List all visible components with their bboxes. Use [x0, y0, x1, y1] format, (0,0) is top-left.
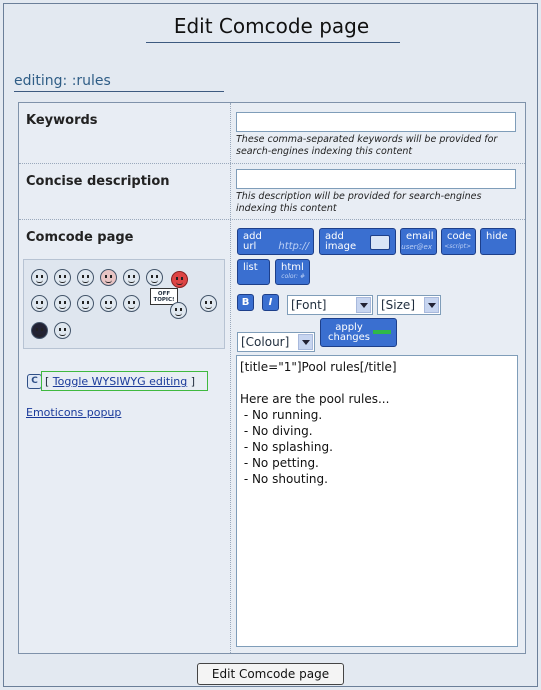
section-heading: editing: :rules	[14, 73, 111, 89]
page-title: Edit Comcode page	[173, 14, 370, 38]
worried-emoticon-icon[interactable]	[200, 295, 217, 312]
shocked-emoticon-icon[interactable]	[54, 295, 71, 312]
add-url-hint: http://	[278, 241, 309, 252]
html-button[interactable]: html color: #	[275, 259, 310, 285]
comcode-label-cell: Comcode page OFF TOPIC! C [Toggle WYSIW…	[19, 220, 231, 653]
camera-icon	[370, 235, 390, 250]
cool-emoticon-icon[interactable]	[31, 295, 48, 312]
add-image-button[interactable]: add image	[319, 228, 396, 255]
comcode-label: Comcode page	[26, 230, 134, 245]
smile-emoticon-icon[interactable]	[31, 269, 48, 286]
comcode-row: Comcode page OFF TOPIC! C [Toggle WYSIW…	[19, 220, 525, 653]
keywords-label: Keywords	[26, 113, 98, 128]
chevron-down-icon	[298, 334, 313, 350]
toggle-wysiwyg-link[interactable]: Toggle WYSIWYG editing	[53, 375, 187, 388]
off-topic-emoticon-icon[interactable]: OFF TOPIC!	[150, 288, 194, 322]
wink-emoticon-icon[interactable]	[146, 269, 163, 286]
description-label: Concise description	[26, 174, 170, 189]
apply-changes-button[interactable]: apply changes	[320, 318, 397, 347]
toggle-open-bracket: [	[45, 375, 50, 388]
form-frame: Edit Comcode page editing: :rules Keywor…	[3, 3, 538, 687]
off-topic-face-icon	[170, 302, 187, 319]
description-label-cell: Concise description	[19, 164, 231, 219]
code-label: code	[447, 231, 472, 242]
email-button[interactable]: email user@ex	[400, 228, 437, 255]
neutral-emoticon-icon[interactable]	[123, 269, 140, 286]
description-input-cell: This description will be provided for se…	[232, 164, 525, 219]
email-label: email	[406, 231, 434, 242]
grin-emoticon-icon[interactable]	[54, 269, 71, 286]
edit-comcode-page-button[interactable]: Edit Comcode page	[197, 663, 344, 685]
keywords-help-text: These comma-separated keywords will be p…	[236, 134, 498, 157]
title-underline	[146, 42, 400, 43]
hide-label: hide	[486, 231, 508, 242]
love-emoticon-icon[interactable]	[171, 271, 188, 288]
emoticons-popup-link[interactable]: Emoticons popup	[26, 406, 121, 419]
description-row: Concise description This description wil…	[19, 164, 525, 220]
scared-emoticon-icon[interactable]	[54, 322, 71, 339]
wysiwyg-toggle-box: [ Toggle WYSIWYG editing ]	[41, 371, 208, 391]
description-input[interactable]	[236, 169, 516, 189]
arrow-left-icon	[373, 330, 391, 334]
sad-emoticon-icon[interactable]	[77, 269, 94, 286]
chevron-down-icon	[424, 297, 439, 313]
size-select[interactable]: [Size]	[377, 295, 441, 315]
keywords-input-cell: These comma-separated keywords will be p…	[232, 103, 525, 163]
add-url-label: add url	[243, 231, 262, 252]
email-hint: user@ex	[401, 243, 432, 251]
chevron-down-icon	[356, 297, 371, 313]
keywords-label-cell: Keywords	[19, 103, 231, 163]
font-select[interactable]: [Font]	[287, 295, 373, 315]
html-hint: color: #	[281, 273, 305, 280]
colour-select[interactable]: [Colour]	[237, 332, 315, 352]
apply-changes-label: apply changes	[327, 322, 370, 343]
section-underline	[14, 91, 224, 92]
list-label: list	[243, 262, 258, 273]
code-hint: <script>	[444, 243, 471, 250]
comcode-help-icon[interactable]: C	[27, 374, 42, 389]
toggle-close-bracket: ]	[190, 375, 196, 388]
add-image-label: add image	[325, 231, 357, 252]
add-url-button[interactable]: add url http://	[237, 228, 314, 255]
confused-emoticon-icon[interactable]	[77, 295, 94, 312]
blush-emoticon-icon[interactable]	[100, 269, 117, 286]
ninja-emoticon-icon[interactable]	[31, 322, 48, 339]
description-help-text: This description will be provided for se…	[236, 191, 482, 214]
comcode-editor-cell: add url http:// add image email user@ex …	[232, 220, 525, 653]
list-button[interactable]: list	[237, 259, 270, 285]
thumbs-up-emoticon-icon[interactable]	[100, 295, 117, 312]
comcode-textarea[interactable]: [title="1"]Pool rules[/title] Here are t…	[236, 355, 518, 647]
keywords-input[interactable]	[236, 112, 516, 132]
italic-button[interactable]: I	[262, 294, 279, 311]
fields-table: Keywords These comma-separated keywords …	[18, 102, 526, 654]
bold-button[interactable]: B	[237, 294, 254, 311]
size-select-value: [Size]	[381, 298, 415, 312]
font-select-value: [Font]	[291, 298, 327, 312]
hide-button[interactable]: hide	[480, 228, 516, 255]
colour-select-value: [Colour]	[241, 335, 290, 349]
keywords-row: Keywords These comma-separated keywords …	[19, 103, 525, 164]
code-button[interactable]: code <script>	[441, 228, 476, 255]
emoticons-panel: OFF TOPIC!	[23, 259, 225, 349]
peace-emoticon-icon[interactable]	[123, 295, 140, 312]
